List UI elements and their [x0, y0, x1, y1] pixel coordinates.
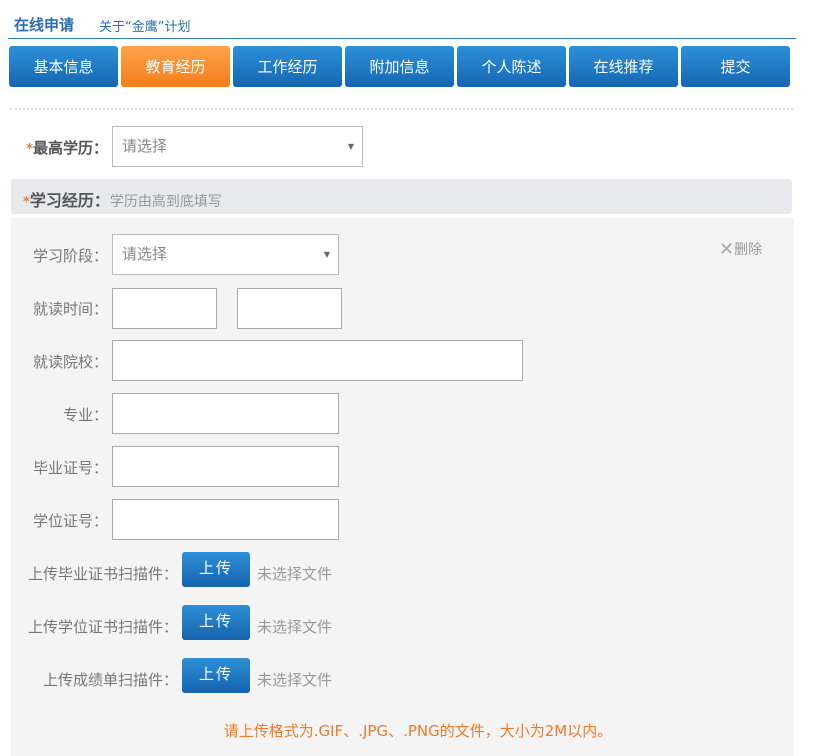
required-mark: * [23, 195, 30, 210]
major-input[interactable] [112, 393, 339, 434]
tab-online-recommendation[interactable]: 在线推荐 [569, 46, 678, 87]
school-label: 就读院校： [32, 353, 108, 371]
divider [10, 108, 793, 110]
chevron-down-icon: ▼ [347, 142, 354, 151]
study-history-header: *学习经历：学历由高到底填写 [11, 179, 792, 214]
upload-transcript-button[interactable]: 上传 [182, 658, 250, 693]
tab-basic-info[interactable]: 基本信息 [9, 46, 118, 87]
delete-label: 删除 [734, 242, 763, 258]
tab-education[interactable]: 教育经历 [121, 46, 230, 87]
upload-degree-status: 未选择文件 [257, 618, 333, 636]
degree-number-input[interactable] [112, 499, 339, 540]
start-date-input[interactable] [112, 288, 217, 329]
step-tabs: 基本信息 教育经历 工作经历 附加信息 个人陈述 在线推荐 提交 [9, 46, 799, 87]
school-input[interactable] [112, 340, 523, 381]
delete-entry-button[interactable]: ✕删除 [719, 239, 762, 260]
upload-format-notice: 请上传格式为.GIF、.JPG、.PNG的文件，大小为2M以内。 [223, 722, 613, 740]
study-stage-select[interactable]: 请选择 ▼ [112, 234, 339, 275]
upload-degree-label: 上传学位证书扫描件： [27, 618, 178, 636]
upload-transcript-label: 上传成绩单扫描件： [42, 671, 178, 689]
tab-additional-info[interactable]: 附加信息 [345, 46, 454, 87]
upload-diploma-status: 未选择文件 [257, 565, 333, 583]
page-header: 在线申请 关于“金鹰”计划 [8, 0, 796, 39]
study-stage-placeholder: 请选择 [122, 245, 168, 263]
diploma-number-input[interactable] [112, 446, 339, 487]
upload-diploma-button[interactable]: 上传 [182, 552, 250, 587]
study-history-title: *学习经历：学历由高到底填写 [23, 191, 222, 210]
upload-transcript-status: 未选择文件 [257, 671, 333, 689]
required-mark: * [26, 142, 33, 157]
tab-submit[interactable]: 提交 [681, 46, 790, 87]
upload-diploma-label: 上传毕业证书扫描件： [27, 565, 178, 583]
degree-number-label: 学位证号： [32, 512, 108, 530]
study-period-label: 就读时间： [32, 300, 108, 318]
study-history-hint: 学历由高到底填写 [109, 194, 222, 210]
page-title: 在线申请 [14, 16, 75, 34]
close-icon: ✕ [719, 239, 735, 260]
diploma-number-label: 毕业证号： [32, 459, 108, 477]
tab-work-experience[interactable]: 工作经历 [233, 46, 342, 87]
chevron-down-icon: ▼ [323, 250, 330, 259]
highest-degree-label: *最高学历： [26, 139, 108, 157]
upload-degree-button[interactable]: 上传 [182, 605, 250, 640]
highest-degree-placeholder: 请选择 [122, 137, 168, 155]
study-stage-label: 学习阶段： [32, 247, 108, 265]
end-date-input[interactable] [237, 288, 342, 329]
tab-personal-statement[interactable]: 个人陈述 [457, 46, 566, 87]
major-label: 专业： [62, 406, 108, 424]
about-program-link[interactable]: 关于“金鹰”计划 [99, 16, 190, 35]
highest-degree-select[interactable]: 请选择 ▼ [112, 126, 363, 167]
